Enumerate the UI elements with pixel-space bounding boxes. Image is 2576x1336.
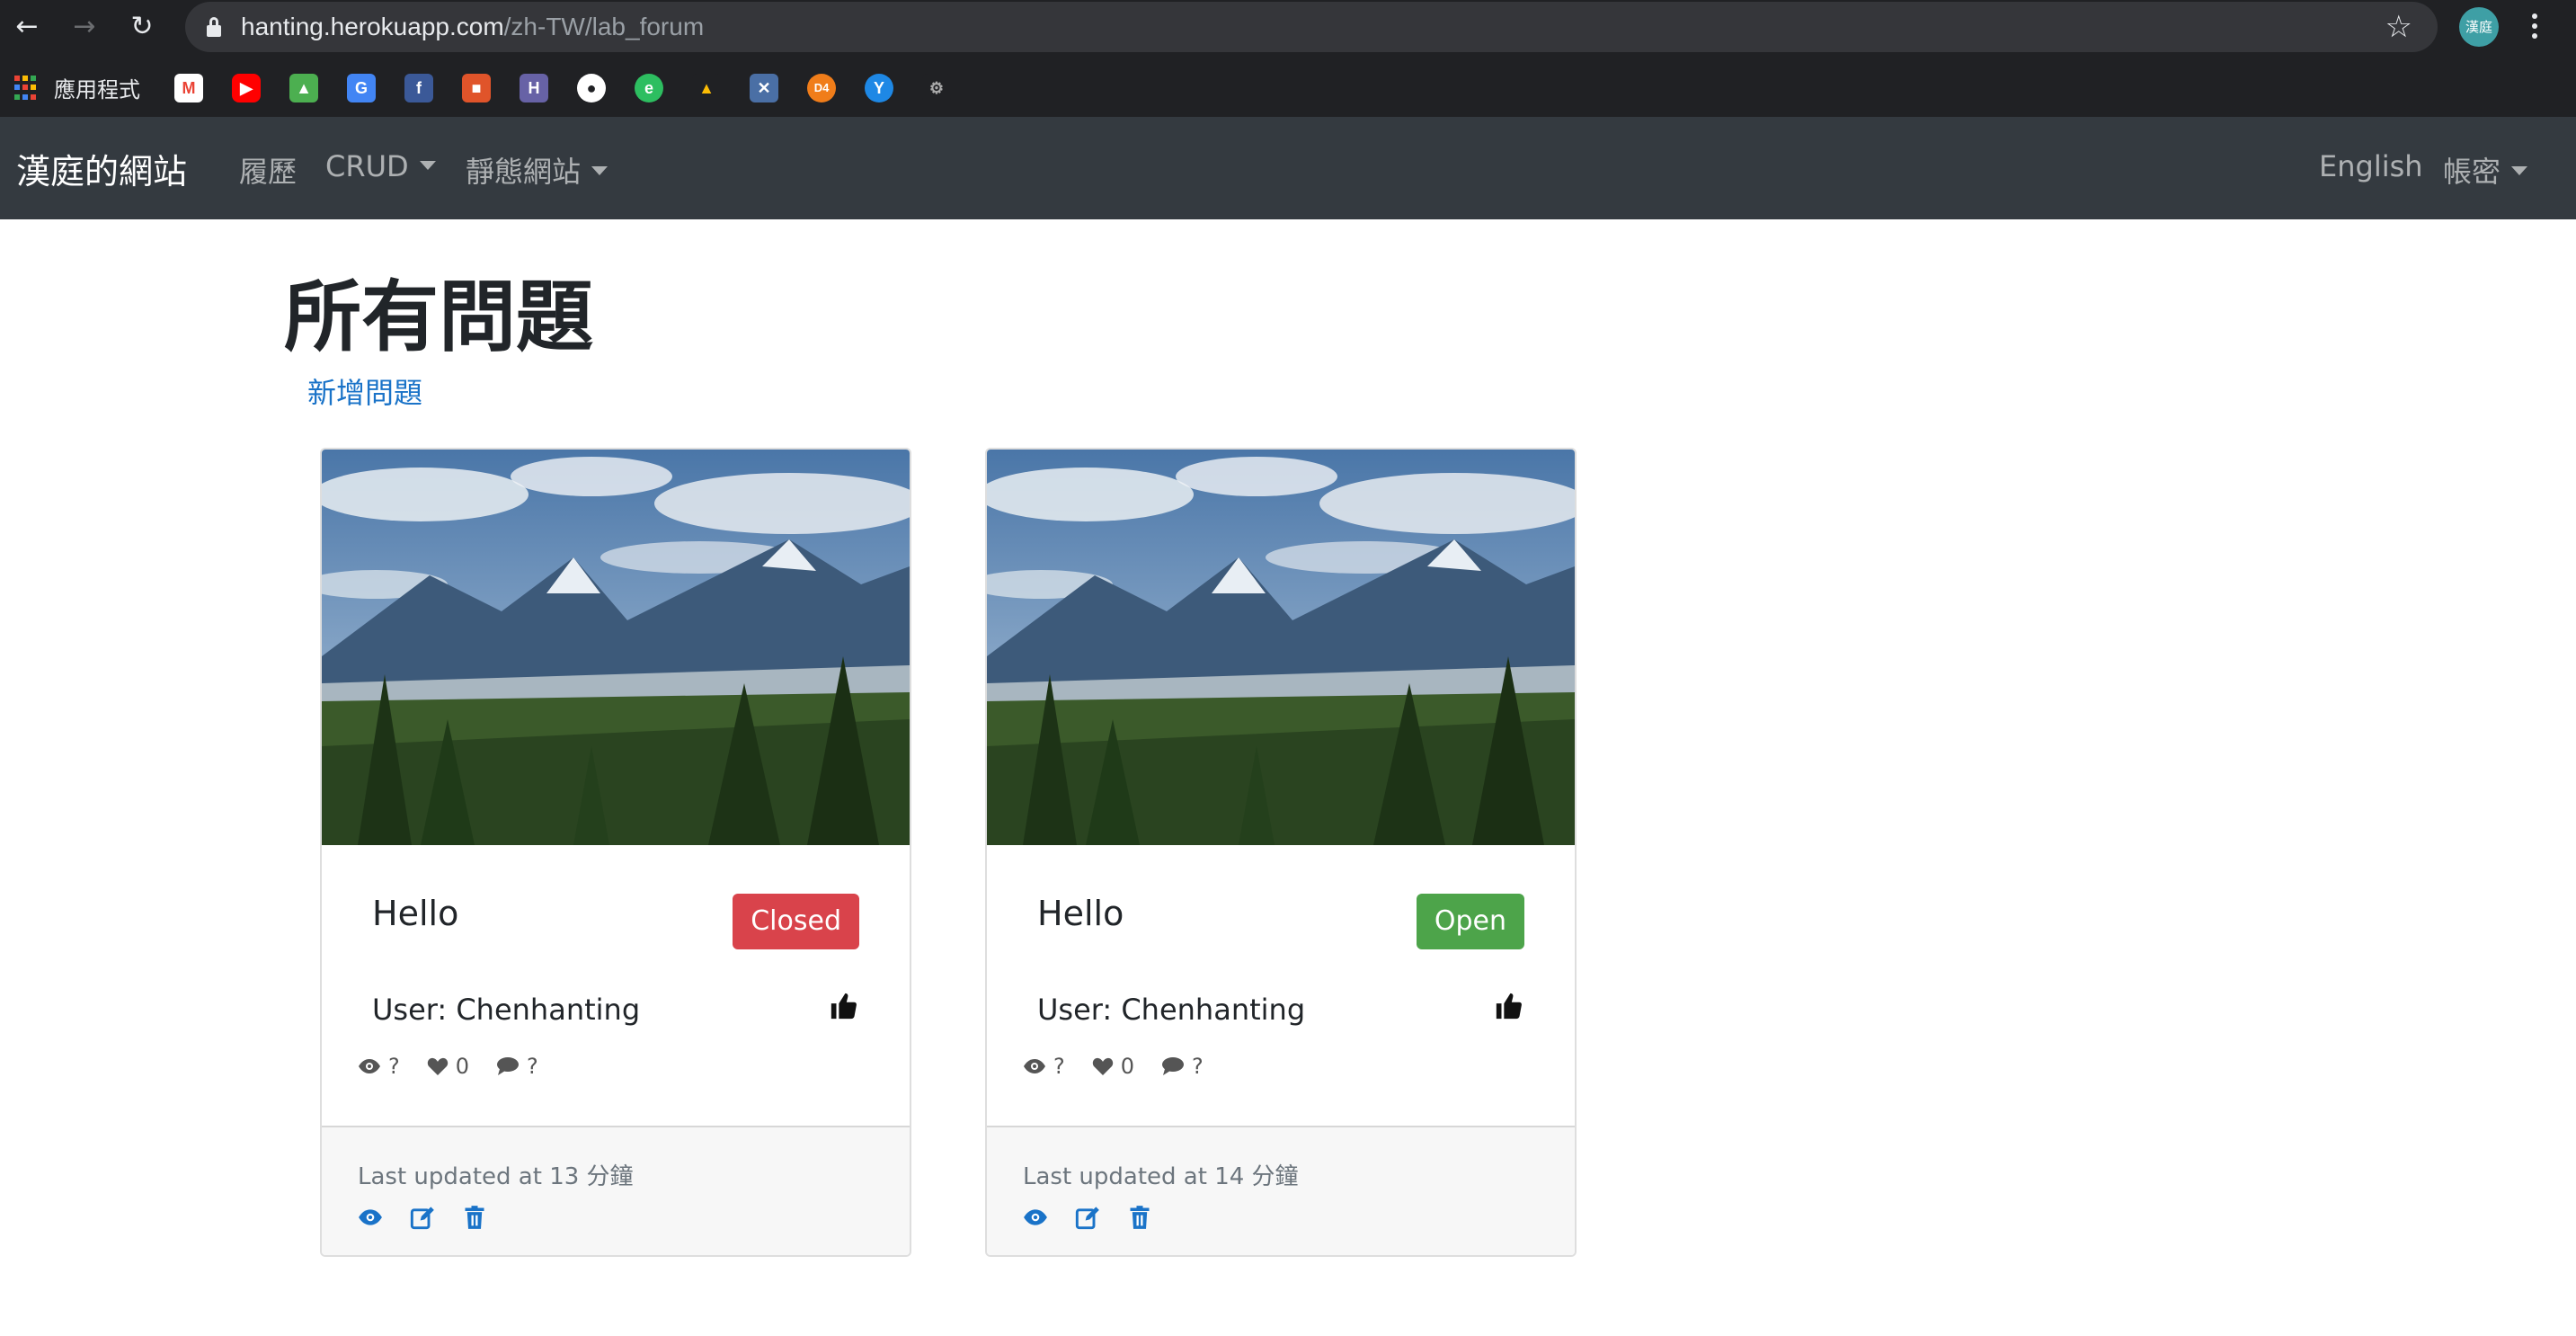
heart-icon [1092,1057,1113,1075]
apps-grid-icon[interactable] [14,76,40,101]
back-arrow-icon[interactable]: ← [9,9,45,45]
comments-count: ? [1192,1054,1204,1079]
url-text[interactable]: hanting.herokuapp.com/zh-TW/lab_forum [241,13,704,41]
site-navbar: 漢庭的網站 履歷 CRUD 靜態網站 English 帳密 [0,117,2576,219]
nav-link-resume[interactable]: 履歷 [239,149,297,191]
d4-icon[interactable]: D4 [807,74,836,102]
nav-dropdown-crud[interactable]: CRUD [325,149,436,183]
reload-icon[interactable]: ↻ [124,9,160,45]
last-updated-text: Last updated at 13 分鐘 [358,1163,634,1190]
card-actions [1023,1205,1179,1230]
trash-icon[interactable] [1127,1205,1152,1230]
xmind-icon[interactable]: ✕ [750,74,778,102]
view-eye-icon[interactable] [1023,1205,1048,1230]
drive-icon[interactable]: ▲ [692,74,721,102]
card-footer: Last updated at 14 分鐘 [987,1126,1575,1255]
maps-icon[interactable]: ▲ [289,74,318,102]
apps-label[interactable]: 應用程式 [54,72,140,103]
page-title: 所有問題 [284,272,593,362]
shop-icon[interactable]: ■ [462,74,491,102]
view-eye-icon[interactable] [358,1205,383,1230]
thumbs-up-icon[interactable] [829,991,859,1021]
new-question-link[interactable]: 新增問題 [307,370,422,412]
views-count: ? [388,1054,400,1079]
likes-stat: 0 [1092,1054,1134,1079]
card-title: Hello [372,894,459,933]
site-brand[interactable]: 漢庭的網站 [16,144,187,193]
views-stat: ? [358,1054,400,1079]
yoda-icon[interactable]: Y [865,74,893,102]
card-actions [358,1205,514,1230]
heroku-icon[interactable]: H [520,74,548,102]
url-path: /zh-TW/lab_forum [503,13,705,40]
card-image [987,450,1575,845]
card-stats: ? 0 ? [1023,1054,1230,1079]
heart-icon [427,1057,448,1075]
url-host: hanting.herokuapp.com [241,13,504,40]
nav-dropdown-static-label: 靜態網站 [466,155,582,189]
gmail-icon[interactable]: M [174,74,203,102]
edit-icon[interactable] [410,1205,435,1230]
card-user: User: Chenhanting [372,993,641,1027]
comment-icon [497,1057,520,1075]
chevron-down-icon [419,161,436,170]
browser-chrome: ← → ↻ hanting.herokuapp.com/zh-TW/lab_fo… [0,0,2576,117]
trash-icon[interactable] [462,1205,487,1230]
nav-link-english[interactable]: English [2319,149,2423,183]
comments-stat: ? [496,1054,538,1079]
facebook-icon[interactable]: f [404,74,433,102]
last-updated-text: Last updated at 14 分鐘 [1023,1163,1299,1190]
status-badge: Closed [733,894,859,949]
comment-icon [1162,1057,1185,1075]
globe-icon[interactable]: ● [577,74,606,102]
card-user: User: Chenhanting [1037,993,1306,1027]
nav-dropdown-account[interactable]: 帳密 [2443,149,2528,191]
card-footer: Last updated at 13 分鐘 [322,1126,910,1255]
browser-menu-icon[interactable] [2527,11,2542,45]
views-stat: ? [1023,1054,1065,1079]
bookmark-star-icon[interactable]: ☆ [2385,9,2412,45]
likes-stat: 0 [427,1054,469,1079]
address-bar[interactable]: hanting.herokuapp.com/zh-TW/lab_forum ☆ [185,2,2438,52]
card-stats: ? 0 ? [358,1054,565,1079]
bookmarks-bar: 應用程式 M ▶ ▲ G f ■ H ● e ▲ ✕ D4 Y ⚙ [0,63,2576,113]
comments-count: ? [527,1054,538,1079]
eye-icon [1024,1059,1045,1073]
forward-arrow-icon[interactable]: → [67,9,102,45]
likes-count: 0 [1120,1054,1135,1079]
evernote-icon[interactable]: e [635,74,663,102]
nav-dropdown-static-sites[interactable]: 靜態網站 [466,149,608,191]
eye-icon [359,1059,380,1073]
translate-icon[interactable]: G [347,74,376,102]
edit-icon[interactable] [1075,1205,1100,1230]
question-card: Hello Closed User: Chenhanting ? 0 ? Las… [320,448,911,1257]
chevron-down-icon [591,166,608,175]
nav-dropdown-crud-label: CRUD [325,149,409,183]
card-title: Hello [1037,894,1124,933]
nav-dropdown-account-label: 帳密 [2443,155,2501,189]
likes-count: 0 [455,1054,470,1079]
comments-stat: ? [1161,1054,1204,1079]
lock-icon [207,17,221,37]
card-image [322,450,910,845]
youtube-icon[interactable]: ▶ [232,74,261,102]
views-count: ? [1053,1054,1065,1079]
status-badge: Open [1416,894,1524,949]
profile-avatar[interactable]: 漢庭 [2459,7,2499,47]
settings-icon[interactable]: ⚙ [922,74,951,102]
question-card: Hello Open User: Chenhanting ? 0 ? Last … [985,448,1577,1257]
chevron-down-icon [2511,166,2528,175]
thumbs-up-icon[interactable] [1494,991,1524,1021]
